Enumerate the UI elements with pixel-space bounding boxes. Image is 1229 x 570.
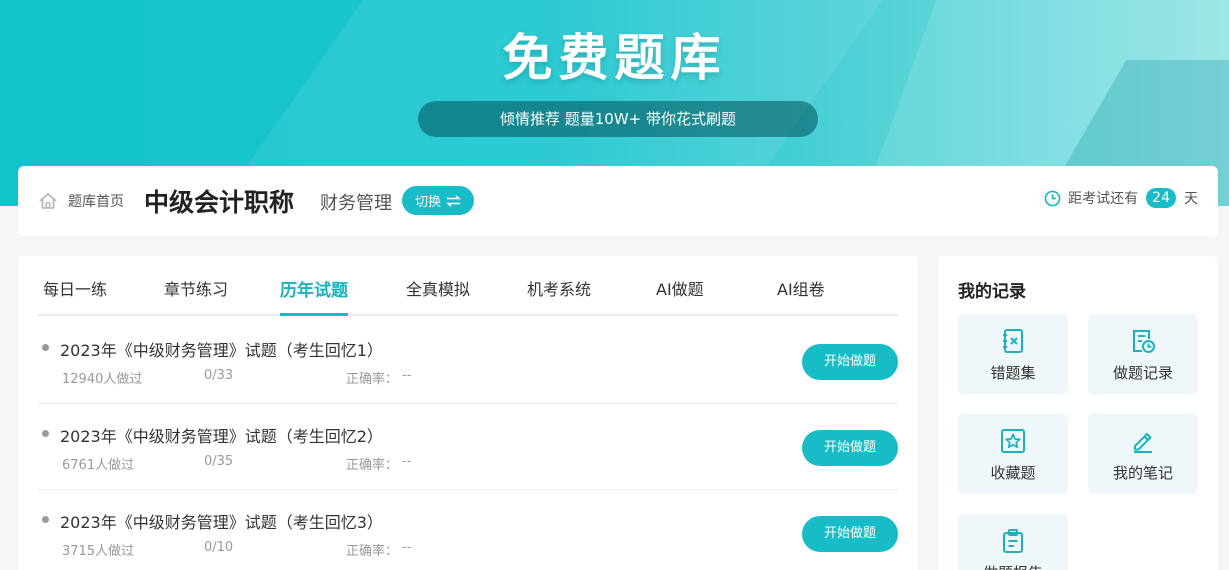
paper-takers: 6761人做过 — [62, 458, 135, 473]
paper-title[interactable]: 2023年《中级财务管理》试题（考生回忆2） — [60, 423, 383, 447]
my-notes-tile[interactable]: 我的笔记 — [1088, 414, 1198, 494]
paper-progress: 0/33 — [204, 368, 234, 383]
paper-progress: 0/10 — [204, 540, 234, 555]
pencil-icon — [1134, 433, 1152, 453]
banner-subtitle: 倾情推荐 题量10W+ 带你花式刷题 — [418, 101, 818, 137]
records-title: 我的记录 — [958, 282, 1026, 302]
breadcrumb-home-link[interactable]: 题库首页 — [68, 191, 124, 211]
exam-info-bar: 题库首页 中级会计职称 财务管理 切换 距考试还有 24 天 — [18, 166, 1218, 236]
wrong-book-icon — [1003, 329, 1023, 353]
star-icon — [1001, 429, 1025, 453]
tile-label: 做题报告 — [958, 562, 1068, 570]
tab-ai-practice[interactable]: AI做题 — [656, 276, 704, 315]
paper-progress: 0/35 — [204, 454, 234, 469]
clock-icon — [1044, 190, 1061, 206]
paper-row: 2023年《中级财务管理》试题（考生回忆2） 6761人做过 0/35 正确率：… — [38, 404, 898, 490]
tile-label: 收藏题 — [990, 464, 1036, 482]
swap-icon — [446, 194, 461, 207]
tab-chapter-practice[interactable]: 章节练习 — [164, 276, 228, 315]
start-practice-button[interactable]: 开始做题 — [802, 430, 898, 466]
subject-label: 财务管理 — [320, 193, 392, 214]
tab-computer-exam[interactable]: 机考系统 — [527, 276, 591, 315]
paper-takers: 12940人做过 — [62, 372, 143, 387]
my-records-panel: 我的记录 错题集 做题记录 收藏题 我的笔记 — [938, 256, 1218, 570]
question-bank-panel: 每日一练 章节练习 历年试题 全真模拟 机考系统 AI做题 AI组卷 2023年… — [18, 256, 918, 570]
paper-accuracy-label: 正确率： — [346, 544, 399, 559]
tab-past-exams[interactable]: 历年试题 — [280, 276, 348, 316]
wrong-questions-tile[interactable]: 错题集 — [958, 314, 1068, 394]
tile-label: 做题记录 — [1112, 364, 1173, 382]
tab-daily-practice[interactable]: 每日一练 — [43, 276, 107, 315]
switch-label: 切换 — [414, 195, 441, 210]
start-practice-button[interactable]: 开始做题 — [802, 516, 898, 552]
practice-report-tile[interactable]: 做题报告 — [958, 514, 1068, 570]
paper-takers: 3715人做过 — [62, 544, 135, 559]
paper-row: 2023年《中级财务管理》试题（考生回忆3） 3715人做过 0/10 正确率：… — [38, 490, 898, 570]
bullet-dot — [42, 344, 49, 351]
paper-accuracy: -- — [402, 540, 412, 555]
tab-bar: 每日一练 章节练习 历年试题 全真模拟 机考系统 AI做题 AI组卷 — [38, 256, 898, 316]
paper-accuracy-label: 正确率： — [346, 458, 399, 473]
tile-label: 我的笔记 — [1112, 464, 1173, 482]
countdown-prefix: 距考试还有 — [1068, 191, 1139, 207]
countdown-days-badge: 24 — [1146, 188, 1176, 208]
paper-row: 2023年《中级财务管理》试题（考生回忆1） 12940人做过 0/33 正确率… — [38, 318, 898, 404]
paper-accuracy: -- — [402, 368, 412, 383]
practice-history-tile[interactable]: 做题记录 — [1088, 314, 1198, 394]
start-practice-button[interactable]: 开始做题 — [802, 344, 898, 380]
paper-title[interactable]: 2023年《中级财务管理》试题（考生回忆1） — [60, 337, 383, 361]
favorites-tile[interactable]: 收藏题 — [958, 414, 1068, 494]
home-icon[interactable] — [38, 191, 58, 211]
history-icon — [1133, 330, 1155, 353]
tile-label: 错题集 — [990, 364, 1036, 382]
bullet-dot — [42, 516, 49, 523]
exam-countdown: 距考试还有 24 天 — [1044, 188, 1198, 208]
paper-title[interactable]: 2023年《中级财务管理》试题（考生回忆3） — [60, 509, 383, 533]
switch-subject-button[interactable]: 切换 — [402, 186, 474, 215]
countdown-suffix: 天 — [1184, 191, 1198, 207]
tab-ai-paper[interactable]: AI组卷 — [777, 276, 825, 315]
paper-accuracy: -- — [402, 454, 412, 469]
exam-title: 中级会计职称 — [144, 188, 295, 217]
report-icon — [1003, 529, 1023, 553]
paper-accuracy-label: 正确率： — [346, 372, 399, 387]
banner-title: 免费题库 — [502, 29, 727, 87]
tab-mock-exams[interactable]: 全真模拟 — [406, 276, 470, 315]
bullet-dot — [42, 430, 49, 437]
